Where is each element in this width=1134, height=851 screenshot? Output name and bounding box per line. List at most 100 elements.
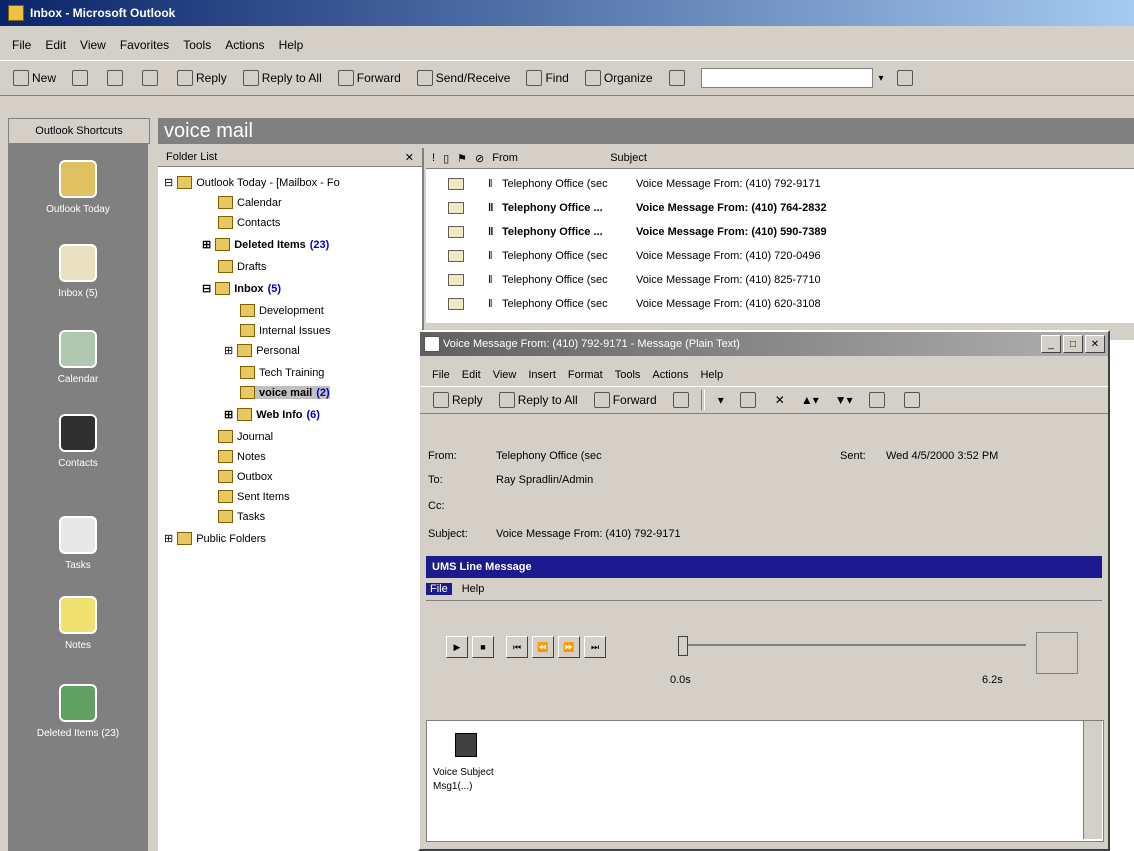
dropdown-button[interactable]: ▾ [715,391,727,409]
maximize-button[interactable]: □ [1063,335,1083,353]
next-icon[interactable]: ⏭ [584,636,606,658]
message-row-unread[interactable]: ǁ Telephony Office ... Voice Message From:… [426,196,1134,220]
shortcut-calendar[interactable]: Calendar [8,330,148,385]
flag-column-icon[interactable]: ⚑ [457,152,467,165]
folder-public[interactable]: ⊞ Public Folders [164,532,266,545]
folder-item[interactable]: Development [240,304,324,317]
menu-help[interactable]: Help [277,38,306,52]
menu-file[interactable]: File [10,38,33,52]
shortcut-inbox[interactable]: Inbox (5) [8,244,148,299]
expand-icon[interactable]: ⊞ [224,344,233,357]
menu-edit[interactable]: Edit [462,369,481,381]
help-button[interactable] [901,390,926,410]
folder-item[interactable]: Tech Training [240,366,324,379]
find-button[interactable]: Find [523,68,571,88]
delete-button[interactable] [139,68,164,88]
seek-handle[interactable] [678,636,688,656]
volume-slider[interactable] [1036,632,1078,674]
player-menu-file[interactable]: File [426,583,452,595]
type-column-icon[interactable]: ▯ [443,152,449,165]
menu-actions[interactable]: Actions [223,38,266,52]
attachment-column-icon[interactable]: ⊘ [475,152,484,165]
print-button[interactable] [670,390,695,410]
message-row[interactable]: ǁ Telephony Office (sec Voice Message From… [426,172,1134,196]
menu-format[interactable]: Format [568,369,603,381]
rewind-icon[interactable]: ⏪ [532,636,554,658]
move-button[interactable] [104,68,129,88]
previous-icon[interactable]: ⏮ [506,636,528,658]
help-button[interactable] [894,68,919,88]
menu-view[interactable]: View [493,369,517,381]
folder-item[interactable]: Journal [218,430,273,443]
folder-item[interactable]: Drafts [218,260,266,273]
address-book-button[interactable] [866,390,891,410]
folder-item[interactable]: Internal Issues [240,324,331,337]
menu-tools[interactable]: Tools [615,369,641,381]
shortcut-notes[interactable]: Notes [8,596,148,651]
send-receive-button[interactable]: Send/Receive [414,68,514,88]
collapse-icon[interactable]: ⊟ [164,176,173,189]
importance-column-icon[interactable]: ! [432,152,435,164]
message-row[interactable]: ǁ Telephony Office (sec Voice Message From… [426,268,1134,292]
vertical-scrollbar[interactable] [1083,721,1102,839]
shortcut-tasks[interactable]: Tasks [8,516,148,571]
previous-item-button[interactable]: ▲▾ [798,391,822,409]
expand-icon[interactable]: ⊞ [224,408,233,421]
shortcut-outlook-today[interactable]: Outlook Today [8,160,148,215]
collapse-icon[interactable]: ⊟ [202,282,211,295]
close-button[interactable]: ✕ [1085,335,1105,353]
folder-item-selected[interactable]: voice mail (2) [240,386,330,399]
outlook-bar-header[interactable]: Outlook Shortcuts [8,118,150,144]
folder-item[interactable]: ⊞ Deleted Items (23) [202,238,329,251]
menu-favorites[interactable]: Favorites [118,38,171,52]
move-button[interactable] [737,390,762,410]
menu-actions[interactable]: Actions [652,369,688,381]
column-from[interactable]: From [492,152,596,164]
folder-item[interactable]: ⊞ Web Info (6) [224,408,320,421]
folder-item[interactable]: Outbox [218,470,272,483]
folder-item[interactable]: Calendar [218,196,282,209]
folder-item[interactable]: Notes [218,450,266,463]
reply-button[interactable]: Reply [430,390,486,410]
menu-edit[interactable]: Edit [43,38,68,52]
close-icon[interactable]: ✕ [405,151,414,164]
search-dropdown-icon[interactable]: ▾ [879,73,884,84]
folder-item[interactable]: ⊟ Inbox (5) [202,282,281,295]
message-row-unread[interactable]: ǁ Telephony Office ... Voice Message From:… [426,220,1134,244]
folder-item[interactable]: Sent Items [218,490,290,503]
expand-icon[interactable]: ⊞ [164,532,173,545]
find-contact-input[interactable] [700,68,873,88]
menu-help[interactable]: Help [700,369,723,381]
message-row[interactable]: ǁ Telephony Office (sec Voice Message From… [426,244,1134,268]
shortcut-deleted-items[interactable]: Deleted Items (23) [8,684,148,739]
play-icon[interactable]: ▶ [446,636,468,658]
sound-file-icon[interactable] [455,733,477,757]
folder-item[interactable]: Tasks [218,510,265,523]
forward-button[interactable]: Forward [335,68,404,88]
print-button[interactable] [69,68,94,88]
minimize-button[interactable]: _ [1041,335,1061,353]
address-book-button[interactable] [666,68,691,88]
reply-all-button[interactable]: Reply to All [240,68,325,88]
fast-forward-icon[interactable]: ⏩ [558,636,580,658]
menu-file[interactable]: File [432,369,450,381]
forward-button[interactable]: Forward [591,390,660,410]
folder-item[interactable]: ⊞ Personal [224,344,300,357]
reply-all-button[interactable]: Reply to All [496,390,581,410]
column-subject[interactable]: Subject [610,152,647,164]
next-item-button[interactable]: ▼▾ [832,391,856,409]
stop-icon[interactable]: ■ [472,636,494,658]
menu-tools[interactable]: Tools [181,38,213,52]
seek-track[interactable] [682,644,1026,646]
folder-outlook-today[interactable]: ⊟ Outlook Today - [Mailbox - Fo [164,176,340,189]
reply-button[interactable]: Reply [174,68,230,88]
organize-button[interactable]: Organize [582,68,656,88]
player-menu-help[interactable]: Help [462,583,485,595]
folder-item[interactable]: Contacts [218,216,280,229]
new-button[interactable]: New [10,68,59,88]
menu-view[interactable]: View [78,38,108,52]
expand-icon[interactable]: ⊞ [202,238,211,251]
menu-insert[interactable]: Insert [528,369,556,381]
shortcut-contacts[interactable]: Contacts [8,414,148,469]
delete-button[interactable]: ✕ [772,391,788,409]
